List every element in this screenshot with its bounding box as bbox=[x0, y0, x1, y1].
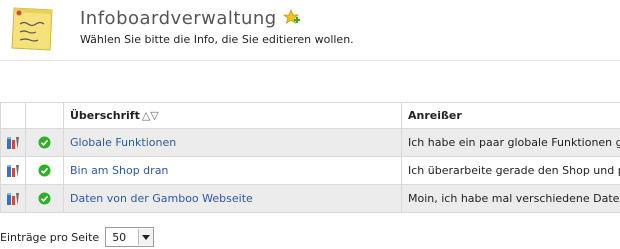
info-title-link[interactable]: Bin am Shop dran bbox=[70, 164, 168, 177]
title-cell: Globale Funktionen bbox=[63, 128, 402, 157]
active-check-icon[interactable] bbox=[38, 164, 51, 177]
header-icon-col bbox=[0, 102, 26, 129]
edit-cell[interactable] bbox=[0, 156, 26, 185]
page-size-value: 50 bbox=[112, 230, 127, 244]
page-size-label: Einträge pro Seite bbox=[0, 230, 100, 244]
info-title-link[interactable]: Daten von der Gamboo Webseite bbox=[70, 192, 253, 205]
edit-tools-icon[interactable] bbox=[5, 135, 21, 151]
page-size-select[interactable]: 50 bbox=[105, 227, 155, 247]
active-check-icon[interactable] bbox=[38, 192, 51, 205]
edit-cell[interactable] bbox=[0, 128, 26, 157]
table-header-row: Überschrift △▽ Anreißer bbox=[0, 102, 620, 129]
title-column-label: Überschrift bbox=[70, 109, 140, 122]
edit-tools-icon[interactable] bbox=[5, 163, 21, 179]
teaser-cell: Moin, ich habe mal verschiedene Daten zu… bbox=[401, 184, 620, 213]
pagination-footer: Einträge pro Seite 50 bbox=[0, 227, 155, 247]
info-title-link[interactable]: Globale Funktionen bbox=[70, 136, 176, 149]
table-row: Bin am Shop dran Ich überarbeite gerade … bbox=[0, 156, 620, 185]
header-title-col[interactable]: Überschrift △▽ bbox=[63, 102, 402, 129]
table-row: Daten von der Gamboo Webseite Moin, ich … bbox=[0, 184, 620, 213]
page-subtitle: Wählen Sie bitte die Info, die Sie editi… bbox=[80, 33, 354, 46]
status-cell[interactable] bbox=[25, 156, 64, 185]
chevron-down-icon[interactable] bbox=[138, 229, 154, 245]
active-check-icon[interactable] bbox=[38, 136, 51, 149]
status-cell[interactable] bbox=[25, 184, 64, 213]
edit-tools-icon[interactable] bbox=[5, 191, 21, 207]
status-cell[interactable] bbox=[25, 128, 64, 157]
page-title: Infoboardverwaltung bbox=[80, 8, 277, 29]
title-cell: Bin am Shop dran bbox=[63, 156, 402, 185]
title-cell: Daten von der Gamboo Webseite bbox=[63, 184, 402, 213]
add-info-star-icon[interactable] bbox=[283, 9, 301, 27]
sort-toggle[interactable]: △▽ bbox=[142, 109, 159, 122]
header-status-col bbox=[25, 102, 64, 129]
sticky-note-icon bbox=[11, 7, 53, 51]
page-header: Infoboardverwaltung Wählen Sie bitte die… bbox=[0, 0, 620, 61]
teaser-cell: Ich habe ein paar globale Funktionen ges… bbox=[401, 128, 620, 157]
header-teaser-col: Anreißer bbox=[401, 102, 620, 129]
info-table: Überschrift △▽ Anreißer Globale Funktion… bbox=[0, 102, 620, 213]
edit-cell[interactable] bbox=[0, 184, 26, 213]
teaser-cell: Ich überarbeite gerade den Shop und pass… bbox=[401, 156, 620, 185]
table-row: Globale Funktionen Ich habe ein paar glo… bbox=[0, 128, 620, 157]
